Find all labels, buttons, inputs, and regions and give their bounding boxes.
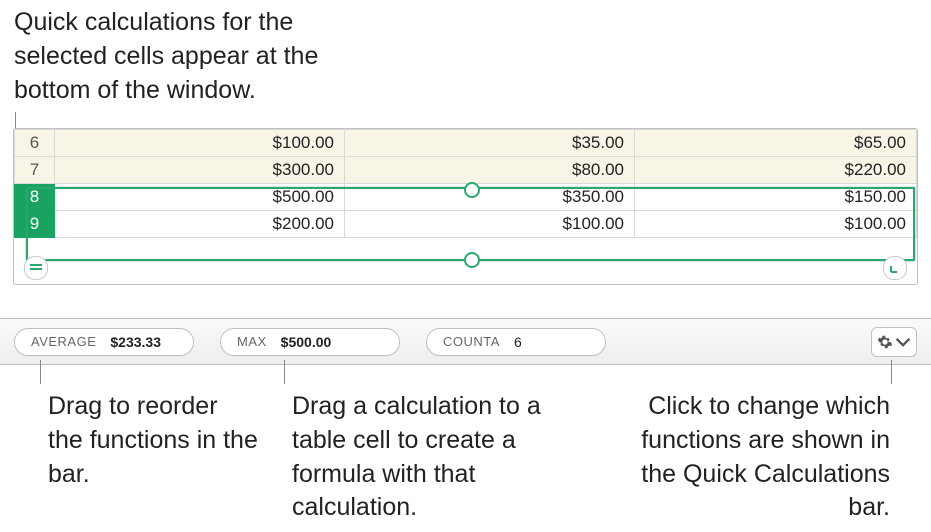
quick-calculations-bar: AVERAGE $233.33 MAX $500.00 COUNTA 6 <box>0 318 931 365</box>
calc-settings-button[interactable] <box>871 327 917 357</box>
callout-drag-to-cell: Drag a calculation to a table cell to cr… <box>292 390 572 525</box>
spreadsheet-table[interactable]: 6$100.00$35.00$65.007$300.00$80.00$220.0… <box>14 129 917 238</box>
row-header[interactable]: 7 <box>15 157 55 184</box>
row-header[interactable]: 9 <box>15 211 55 238</box>
table-row[interactable]: 7$300.00$80.00$220.00 <box>15 157 917 184</box>
callout-leader <box>284 360 285 384</box>
callout-quick-calc-top: Quick calculations for the selected cell… <box>14 6 354 107</box>
calc-pill-average[interactable]: AVERAGE $233.33 <box>14 328 194 356</box>
cell[interactable]: $500.00 <box>55 184 345 211</box>
calc-pill-max[interactable]: MAX $500.00 <box>220 328 400 356</box>
row-header[interactable]: 6 <box>15 130 55 157</box>
calc-label: COUNTA <box>443 334 500 349</box>
callout-leader <box>40 360 41 384</box>
table-row[interactable]: 6$100.00$35.00$65.00 <box>15 130 917 157</box>
cell[interactable]: $65.00 <box>635 130 917 157</box>
chevron-down-icon <box>895 334 911 350</box>
corner-icon <box>889 262 901 274</box>
cell[interactable]: $200.00 <box>55 211 345 238</box>
cell[interactable]: $220.00 <box>635 157 917 184</box>
rows-icon <box>30 263 42 273</box>
cell[interactable]: $80.00 <box>345 157 635 184</box>
cell[interactable]: $100.00 <box>55 130 345 157</box>
calc-label: AVERAGE <box>31 334 96 349</box>
callout-gear: Click to change which functions are show… <box>630 390 890 525</box>
calc-pill-counta[interactable]: COUNTA 6 <box>426 328 606 356</box>
gear-icon <box>877 334 893 350</box>
calc-value: $233.33 <box>110 334 161 350</box>
calc-value: 6 <box>514 334 522 350</box>
cell[interactable]: $100.00 <box>635 211 917 238</box>
cell[interactable]: $350.00 <box>345 184 635 211</box>
callout-drag-reorder: Drag to reorder the functions in the bar… <box>48 390 258 491</box>
row-header[interactable]: 8 <box>15 184 55 211</box>
add-rows-button[interactable] <box>24 256 48 280</box>
table-row[interactable]: 9$200.00$100.00$100.00 <box>15 211 917 238</box>
callout-leader <box>891 360 892 384</box>
cell[interactable]: $100.00 <box>345 211 635 238</box>
cell[interactable]: $35.00 <box>345 130 635 157</box>
add-columns-button[interactable] <box>883 256 907 280</box>
spreadsheet-area[interactable]: 6$100.00$35.00$65.007$300.00$80.00$220.0… <box>13 128 918 285</box>
selection-handle-bottom[interactable] <box>464 252 480 268</box>
cell[interactable]: $300.00 <box>55 157 345 184</box>
calc-value: $500.00 <box>281 334 332 350</box>
cell[interactable]: $150.00 <box>635 184 917 211</box>
calc-label: MAX <box>237 334 267 349</box>
table-row[interactable]: 8$500.00$350.00$150.00 <box>15 184 917 211</box>
